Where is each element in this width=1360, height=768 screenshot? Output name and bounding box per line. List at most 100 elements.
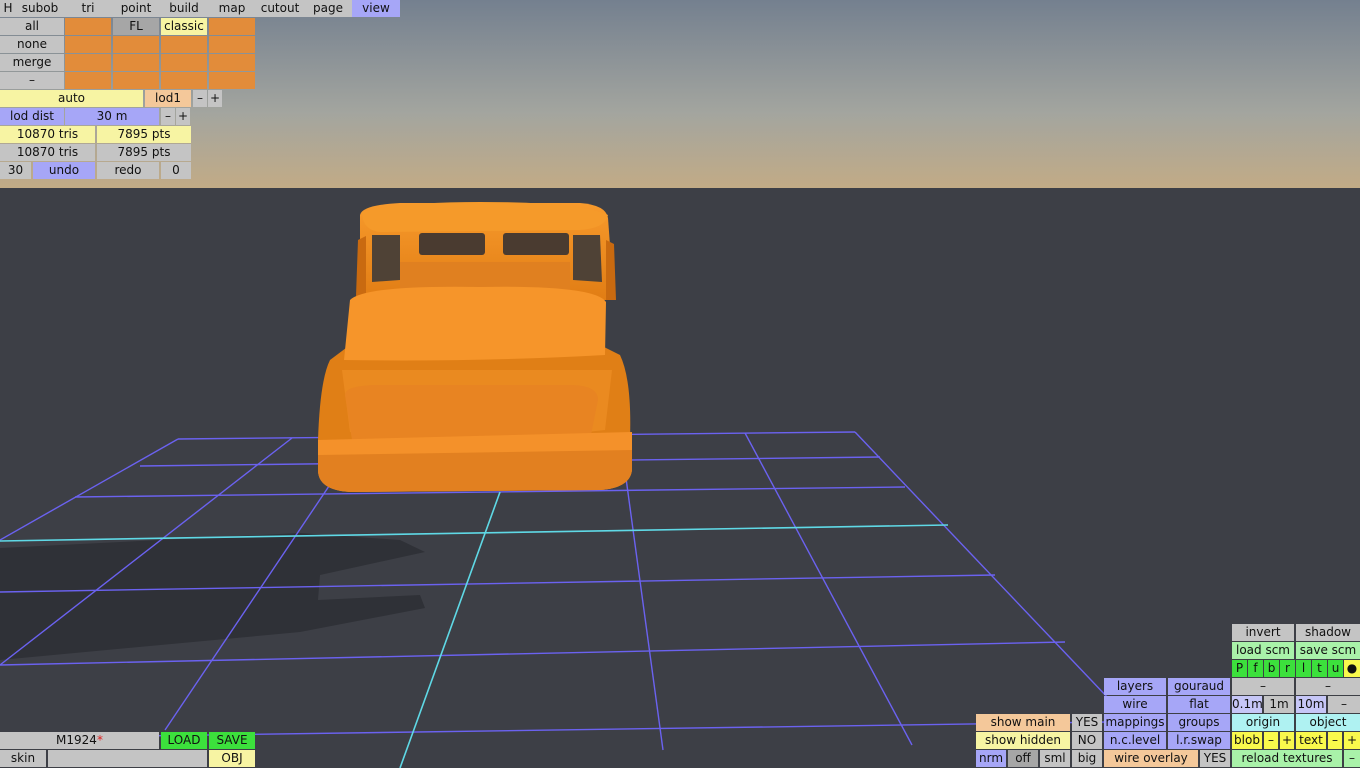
group-slot[interactable] — [65, 54, 111, 71]
filename-field[interactable]: M1924* — [0, 732, 159, 749]
fl-button[interactable]: FL — [113, 18, 159, 35]
group-slot[interactable] — [161, 72, 207, 89]
load-scm-button[interactable]: load scm — [1232, 642, 1294, 659]
select-none-button[interactable]: none — [0, 36, 64, 53]
truck-cab-model[interactable] — [318, 202, 632, 492]
grid-minus-button[interactable]: – — [1328, 696, 1360, 713]
tab-cutout[interactable]: cutout — [256, 0, 304, 17]
show-hidden-button[interactable]: show hidden — [976, 732, 1070, 749]
undo-button[interactable]: undo — [33, 162, 95, 179]
gouraud-button[interactable]: gouraud — [1168, 678, 1230, 695]
classic-button[interactable]: classic — [161, 18, 207, 35]
blob-button[interactable]: blob — [1232, 732, 1262, 749]
nc-level-button[interactable]: n.c.level — [1104, 732, 1166, 749]
normals-button[interactable]: nrm — [976, 750, 1006, 767]
view-left-button[interactable]: l — [1296, 660, 1311, 677]
undo-count: 30 — [0, 162, 31, 179]
groups-button[interactable]: groups — [1168, 714, 1230, 731]
dash-button[interactable]: – — [1296, 678, 1360, 695]
lod-dist-minus-button[interactable]: – — [161, 108, 175, 125]
lod-auto-button[interactable]: auto — [0, 90, 143, 107]
filename: M1924 — [56, 733, 97, 747]
wire-button[interactable]: wire — [1104, 696, 1166, 713]
tri-count: 10870 tris — [0, 126, 95, 143]
select-all-button[interactable]: all — [0, 18, 64, 35]
view-right-button[interactable]: r — [1280, 660, 1295, 677]
lod-dist-label: lod dist — [0, 108, 64, 125]
wire-overlay-value[interactable]: YES — [1200, 750, 1230, 767]
lod-minus-button[interactable]: – — [193, 90, 207, 107]
grid-0-1m-button[interactable]: 0.1m — [1232, 696, 1262, 713]
dash-button[interactable]: – — [1232, 678, 1294, 695]
tab-build[interactable]: build — [160, 0, 208, 17]
text-plus-button[interactable]: + — [1344, 732, 1360, 749]
text-minus-button[interactable]: – — [1328, 732, 1342, 749]
group-slot[interactable] — [209, 36, 255, 53]
save-button[interactable]: SAVE — [209, 732, 255, 749]
wire-overlay-button[interactable]: wire overlay — [1104, 750, 1198, 767]
merge-button[interactable]: merge — [0, 54, 64, 71]
grid-1m-button[interactable]: 1m — [1264, 696, 1294, 713]
tab-point[interactable]: point — [112, 0, 160, 17]
reload-textures-button[interactable]: reload textures — [1232, 750, 1342, 767]
group-slot[interactable] — [209, 72, 255, 89]
group-slot[interactable] — [161, 54, 207, 71]
lod-dist-value[interactable]: 30 m — [65, 108, 159, 125]
view-top-button[interactable]: t — [1312, 660, 1327, 677]
shadow-button[interactable]: shadow — [1296, 624, 1360, 641]
view-front-button[interactable]: f — [1248, 660, 1263, 677]
mappings-button[interactable]: mappings — [1104, 714, 1166, 731]
3d-viewport[interactable] — [0, 0, 1360, 768]
save-scm-button[interactable]: save scm — [1296, 642, 1360, 659]
tab-subob[interactable]: subob — [16, 0, 64, 17]
object-button[interactable]: object — [1296, 714, 1360, 731]
group-slot[interactable] — [113, 72, 159, 89]
group-slot[interactable] — [209, 18, 255, 35]
obj-button[interactable]: OBJ — [209, 750, 255, 767]
tab-view[interactable]: view — [352, 0, 400, 17]
flat-button[interactable]: flat — [1168, 696, 1230, 713]
normals-off-button[interactable]: off — [1008, 750, 1038, 767]
grid-10m-button[interactable]: 10m — [1296, 696, 1326, 713]
blob-plus-button[interactable]: + — [1280, 732, 1294, 749]
show-main-value[interactable]: YES — [1072, 714, 1102, 731]
lod-level-button[interactable]: lod1 — [145, 90, 191, 107]
view-dot-button[interactable]: ● — [1344, 660, 1360, 677]
view-under-button[interactable]: u — [1328, 660, 1343, 677]
normals-big-button[interactable]: big — [1072, 750, 1102, 767]
view-back-button[interactable]: b — [1264, 660, 1279, 677]
group-slot[interactable] — [65, 18, 111, 35]
point-count-total: 7895 pts — [97, 144, 191, 161]
redo-count: 0 — [161, 162, 191, 179]
load-button[interactable]: LOAD — [161, 732, 207, 749]
text-button[interactable]: text — [1296, 732, 1326, 749]
tab-map[interactable]: map — [208, 0, 256, 17]
layers-button[interactable]: layers — [1104, 678, 1166, 695]
tab-page[interactable]: page — [304, 0, 352, 17]
show-main-button[interactable]: show main — [976, 714, 1070, 731]
normals-small-button[interactable]: sml — [1040, 750, 1070, 767]
minus-button[interactable]: – — [0, 72, 64, 89]
lod-dist-plus-button[interactable]: + — [176, 108, 190, 125]
h-button[interactable]: H — [0, 0, 16, 17]
point-count: 7895 pts — [97, 126, 191, 143]
group-slot[interactable] — [161, 36, 207, 53]
lr-swap-button[interactable]: l.r.swap — [1168, 732, 1230, 749]
skin-field[interactable] — [48, 750, 207, 767]
redo-button[interactable]: redo — [97, 162, 159, 179]
group-slot[interactable] — [113, 54, 159, 71]
group-slot[interactable] — [209, 54, 255, 71]
show-hidden-value[interactable]: NO — [1072, 732, 1102, 749]
tab-tri[interactable]: tri — [64, 0, 112, 17]
lod-plus-button[interactable]: + — [208, 90, 222, 107]
modified-indicator: * — [96, 733, 103, 747]
reload-minus-button[interactable]: – — [1344, 750, 1360, 767]
group-slot[interactable] — [65, 36, 111, 53]
group-slot[interactable] — [113, 36, 159, 53]
tri-count-total: 10870 tris — [0, 144, 95, 161]
invert-button[interactable]: invert — [1232, 624, 1294, 641]
origin-button[interactable]: origin — [1232, 714, 1294, 731]
group-slot[interactable] — [65, 72, 111, 89]
view-persp-button[interactable]: P — [1232, 660, 1247, 677]
blob-minus-button[interactable]: – — [1264, 732, 1278, 749]
